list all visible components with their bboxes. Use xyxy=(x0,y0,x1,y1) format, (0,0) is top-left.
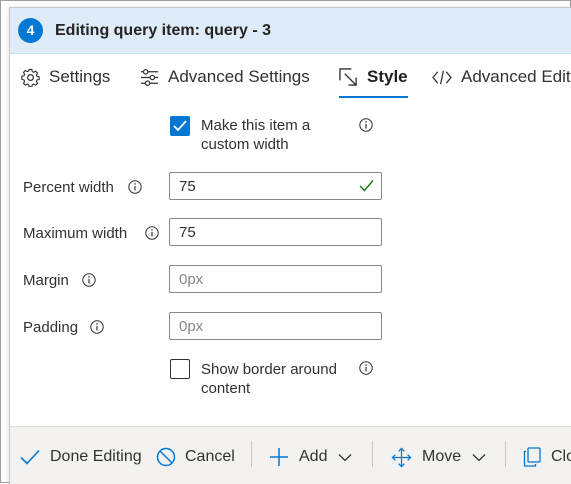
info-icon[interactable] xyxy=(90,320,104,334)
toolbar-separator xyxy=(505,441,506,467)
tab-advanced-editor-label: Advanced Edito xyxy=(461,67,571,86)
tab-settings[interactable]: Settings xyxy=(21,60,110,94)
info-icon[interactable] xyxy=(145,226,159,240)
valid-check-icon xyxy=(359,180,374,192)
command-toolbar: Done Editing Cancel Add Move Cl xyxy=(10,426,571,484)
clone-label: Clo xyxy=(551,448,571,465)
tab-settings-label: Settings xyxy=(49,67,111,86)
checkmark-icon xyxy=(20,449,40,465)
info-icon[interactable] xyxy=(359,361,373,375)
add-label: Add xyxy=(299,448,328,465)
clone-button[interactable]: Clo xyxy=(523,446,571,468)
move-button[interactable]: Move xyxy=(391,446,486,468)
margin-input[interactable] xyxy=(169,265,382,293)
padding-label: Padding xyxy=(23,319,79,336)
cancel-label: Cancel xyxy=(185,448,235,465)
copy-icon xyxy=(523,447,541,467)
step-badge: 4 xyxy=(18,18,43,43)
chevron-down-icon xyxy=(339,453,352,461)
cancel-icon xyxy=(156,447,176,467)
tab-advanced-settings[interactable]: Advanced Settings xyxy=(140,60,310,94)
maximum-width-input[interactable] xyxy=(169,218,382,246)
custom-width-checkbox[interactable] xyxy=(170,116,190,136)
toolbar-separator xyxy=(251,441,252,467)
info-icon[interactable] xyxy=(82,273,96,287)
window-frame: 4 Editing query item: query - 3 Settings… xyxy=(0,0,571,484)
done-editing-label: Done Editing xyxy=(50,448,142,465)
tab-style-label: Style xyxy=(367,67,408,86)
gear-icon xyxy=(21,68,40,87)
sliders-icon xyxy=(140,68,159,86)
percent-width-input[interactable] xyxy=(169,172,382,200)
tab-advanced-editor[interactable]: Advanced Edito xyxy=(432,60,571,94)
code-icon xyxy=(432,70,452,84)
maximum-width-label: Maximum width xyxy=(23,225,128,242)
editor-panel: 4 Editing query item: query - 3 Settings… xyxy=(9,7,571,484)
tab-advanced-settings-label: Advanced Settings xyxy=(168,67,310,86)
custom-width-label: Make this item a custom width xyxy=(201,117,311,153)
done-editing-button[interactable]: Done Editing xyxy=(20,446,142,468)
move-icon xyxy=(391,447,412,467)
add-button[interactable]: Add xyxy=(269,446,352,468)
margin-label: Margin xyxy=(23,272,69,289)
resize-icon xyxy=(339,67,357,86)
panel-header: 4 Editing query item: query - 3 xyxy=(10,8,571,54)
plus-icon xyxy=(270,448,288,466)
cancel-button[interactable]: Cancel xyxy=(156,446,235,468)
info-icon[interactable] xyxy=(359,118,373,132)
tab-style[interactable]: Style xyxy=(339,60,408,98)
percent-width-label: Percent width xyxy=(23,179,114,196)
chevron-down-icon xyxy=(472,453,486,461)
padding-input[interactable] xyxy=(169,312,382,340)
panel-title: Editing query item: query - 3 xyxy=(55,22,272,39)
move-label: Move xyxy=(422,448,462,465)
show-border-checkbox[interactable] xyxy=(170,359,190,379)
toolbar-separator xyxy=(372,441,373,467)
checkmark-icon xyxy=(173,120,187,132)
show-border-label: Show border around content xyxy=(201,361,337,397)
info-icon[interactable] xyxy=(128,180,142,194)
